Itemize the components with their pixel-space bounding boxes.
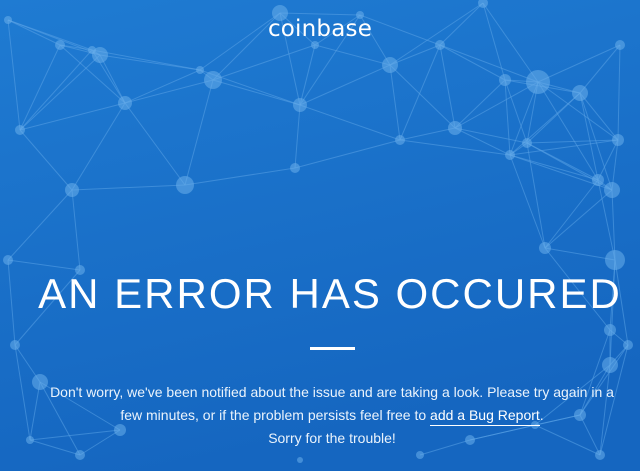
network-node [196, 66, 204, 74]
network-node [522, 138, 532, 148]
apology-text: Sorry for the trouble! [268, 430, 396, 446]
network-node [592, 174, 604, 186]
network-node [526, 70, 550, 94]
network-node [3, 255, 13, 265]
network-node [595, 450, 605, 460]
network-node [15, 125, 25, 135]
coinbase-logo[interactable]: coinbase [0, 16, 640, 42]
network-node [623, 340, 633, 350]
network-node [382, 57, 398, 73]
network-node [572, 85, 588, 101]
network-node [395, 135, 405, 145]
network-node [290, 163, 300, 173]
network-node [448, 121, 462, 135]
network-node [612, 134, 624, 146]
network-node [293, 98, 307, 112]
network-node [88, 46, 96, 54]
network-node [505, 150, 515, 160]
network-node [416, 451, 424, 459]
network-node [10, 340, 20, 350]
network-node [311, 41, 319, 49]
network-node [118, 96, 132, 110]
network-node [65, 183, 79, 197]
network-node [605, 250, 625, 270]
network-node [297, 457, 303, 463]
network-node [499, 74, 511, 86]
error-message-period: . [539, 407, 544, 423]
title-divider [310, 347, 355, 350]
network-node [26, 436, 34, 444]
network-node [604, 182, 620, 198]
network-node [604, 324, 616, 336]
error-message: Don't worry, we've been notified about t… [40, 381, 624, 450]
network-node [539, 242, 551, 254]
bug-report-link[interactable]: add a Bug Report [430, 407, 540, 426]
error-title: AN ERROR HAS OCCURED [38, 270, 622, 317]
network-node [602, 357, 618, 373]
network-node [176, 176, 194, 194]
network-node [204, 71, 222, 89]
network-node [75, 450, 85, 460]
